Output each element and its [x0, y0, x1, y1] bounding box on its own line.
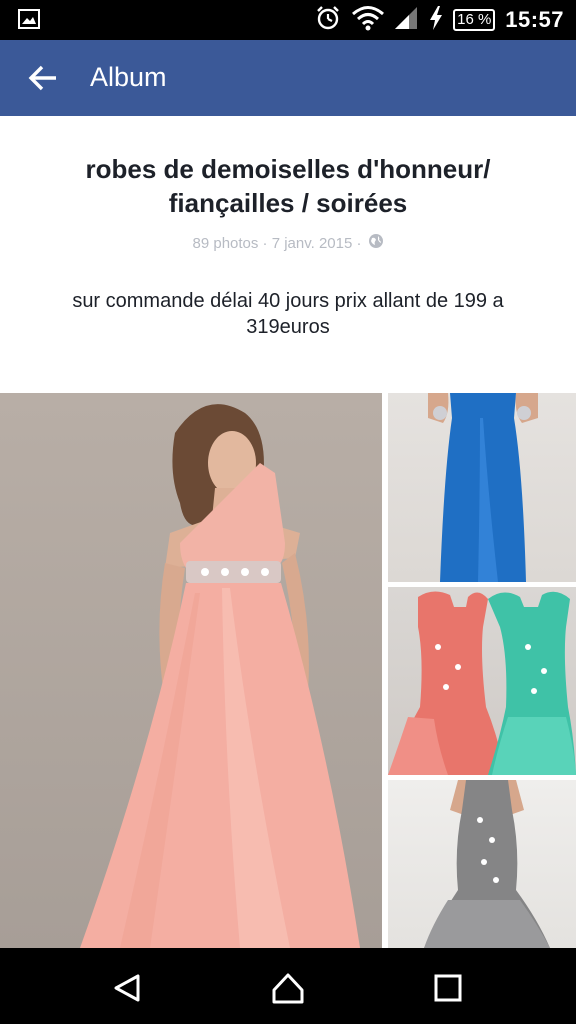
charging-icon [429, 5, 443, 35]
app-bar: Album [0, 40, 576, 116]
arrow-left-icon[interactable] [28, 64, 60, 92]
battery-indicator: 16 % [453, 9, 496, 31]
status-bar: 16 % 15:57 [0, 0, 576, 40]
status-time: 15:57 [505, 7, 564, 32]
photo-two-mermaid-dresses[interactable] [388, 587, 576, 775]
photo-blue-dress[interactable] [388, 393, 576, 582]
app-bar-title: Album [90, 62, 167, 92]
signal-icon [395, 5, 419, 36]
wifi-icon [351, 5, 385, 36]
image-notification-icon [18, 9, 40, 34]
photo-pink-dress[interactable] [0, 393, 382, 948]
navigation-bar [0, 948, 576, 1024]
alarm-icon [315, 5, 341, 36]
photo-grey-dress[interactable] [388, 780, 576, 948]
globe-icon [368, 233, 384, 253]
home-icon[interactable] [270, 970, 306, 1006]
album-description: sur commande délai 40 jours prix allant … [72, 290, 504, 338]
album-meta: 89 photos · 7 janv. 2015 · [40, 233, 536, 253]
square-recents-icon[interactable] [430, 970, 466, 1006]
album-title: robes de demoiselles d'honneur/ fiançail… [85, 154, 491, 218]
album-meta-text: 89 photos · 7 janv. 2015 · [192, 234, 362, 252]
triangle-back-icon[interactable] [110, 970, 146, 1006]
